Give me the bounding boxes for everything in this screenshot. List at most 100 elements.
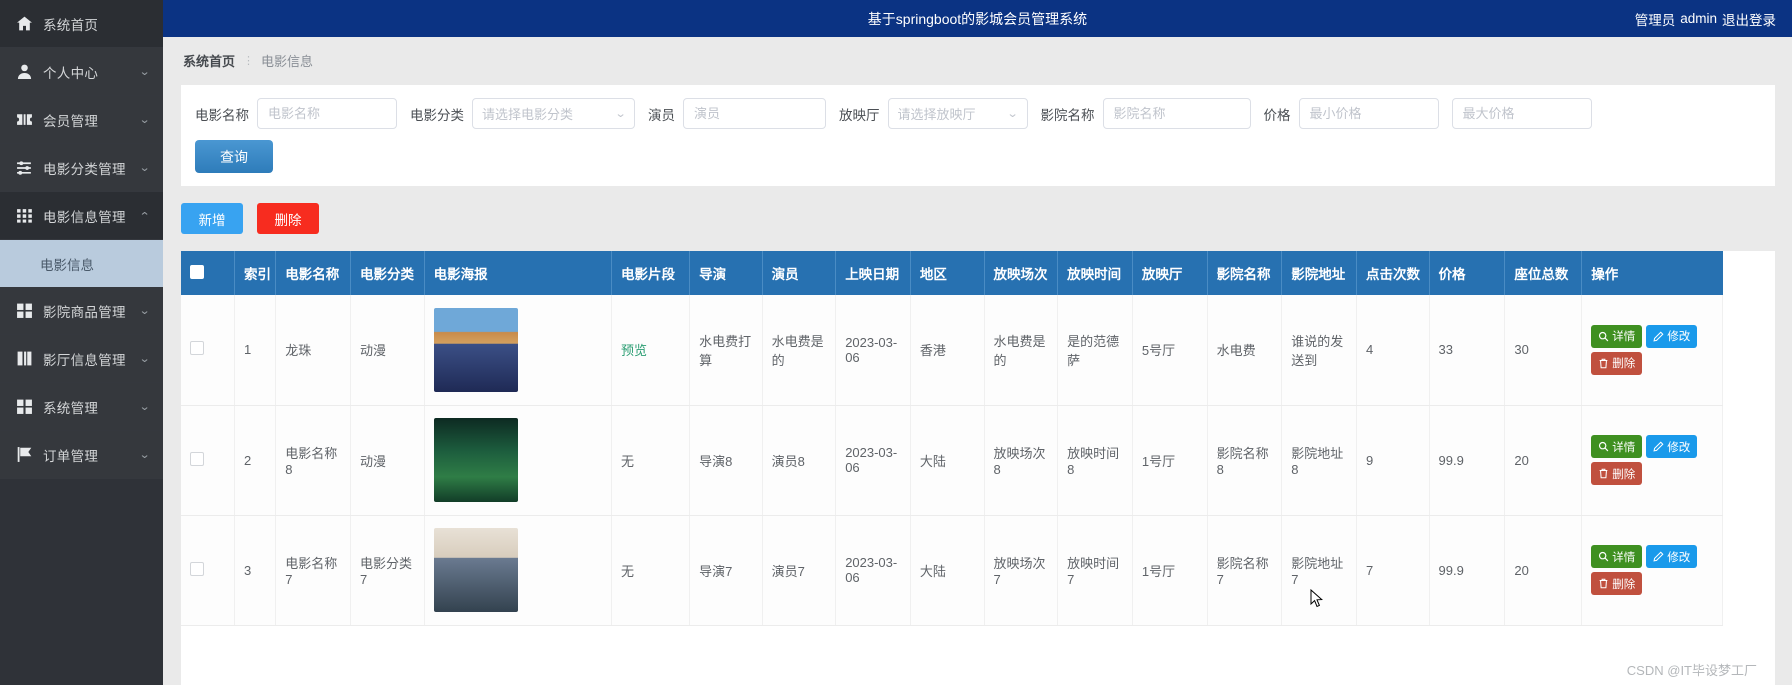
sidebar-item-label: 影厅信息管理 <box>43 352 126 368</box>
search-input-4[interactable] <box>1102 98 1251 129</box>
row-edit-button[interactable]: 修改 <box>1646 435 1698 458</box>
cell-session: 放映场次8 <box>984 405 1059 516</box>
sidebar-item-6[interactable]: 影厅信息管理 ⌄ <box>0 335 163 383</box>
table-row[interactable]: 2 电影名称8 动漫 无 导演8 演员8 2023-03-06 大陆 放映场次8 放映时间8 1号厅… <box>181 405 1723 516</box>
column-header-label: 放映厅 <box>1141 267 1183 282</box>
row-checkbox[interactable] <box>190 561 204 576</box>
search-select-1[interactable]: 请选择电影分类 ⌄ <box>472 98 635 129</box>
row-detail-label: 详情 <box>1612 551 1636 564</box>
row-action-buttons: 详情 修改 删除 <box>1591 545 1703 595</box>
row-actions-cell: 详情 修改 删除 <box>1581 295 1723 406</box>
cell-value: 2023-03-06 <box>845 334 898 365</box>
cell-cinema_name: 影院名称8 <box>1207 405 1283 516</box>
cell-session: 放映场次7 <box>984 515 1059 626</box>
preview-link[interactable]: 预览 <box>621 343 647 358</box>
add-button[interactable]: 新增 <box>181 203 243 234</box>
sidebar-item-5[interactable]: 影院商品管理 ⌄ <box>0 287 163 335</box>
row-select-cell[interactable] <box>181 405 236 516</box>
trash-icon <box>1598 578 1609 589</box>
cell-session: 水电费是的 <box>984 295 1059 406</box>
cell-actor: 演员7 <box>762 515 837 626</box>
row-detail-button[interactable]: 详情 <box>1591 545 1643 568</box>
column-header-3: 电影分类 <box>350 251 425 295</box>
row-actions-cell: 详情 修改 删除 <box>1581 405 1723 516</box>
sidebar-item-1[interactable]: 个人中心 ⌄ <box>0 48 163 96</box>
cell-seats: 20 <box>1504 515 1583 626</box>
batch-delete-button[interactable]: 删除 <box>257 203 319 234</box>
grid-icon <box>16 207 33 224</box>
sliders-icon <box>16 159 33 176</box>
pencil-icon <box>1653 331 1664 342</box>
column-header-5: 电影片段 <box>611 251 691 295</box>
chevron-up-icon: ⌄ <box>138 209 151 221</box>
cell-value: 大陆 <box>919 453 946 469</box>
breadcrumb-root[interactable]: 系统首页 <box>183 51 235 70</box>
watermark: CSDN @IT毕设梦工厂 <box>1627 660 1757 679</box>
cell-price: 99.9 <box>1429 405 1506 516</box>
cell-value: 放映时间8 <box>1067 446 1120 477</box>
search-icon <box>1598 331 1609 342</box>
sidebar-item-7[interactable]: 系统管理 ⌄ <box>0 383 163 431</box>
row-select-cell[interactable] <box>181 295 236 406</box>
search-input-2[interactable] <box>683 98 826 129</box>
search-input-5[interactable] <box>1298 98 1439 129</box>
clip-text: 无 <box>621 453 635 469</box>
movie-table-container[interactable]: 索引 电影名称 电影分类 电影海报 电影片段 导演 演员 上映日期 地区 放映场次 放映时间 放映厅影… <box>181 251 1775 685</box>
sidebar-item-label: 系统管理 <box>43 400 99 416</box>
sidebar-item-3[interactable]: 电影分类管理 ⌄ <box>0 144 163 192</box>
chevron-down-icon: ⌄ <box>1006 108 1019 120</box>
cell-region: 大陆 <box>910 515 985 626</box>
row-checkbox[interactable] <box>190 451 204 466</box>
row-select-cell[interactable] <box>181 515 236 626</box>
column-header-label: 操作 <box>1591 267 1619 282</box>
logout-link[interactable]: 退出登录 <box>1722 9 1776 29</box>
cell-value: 谁说的发送到 <box>1291 333 1344 368</box>
row-detail-button[interactable]: 详情 <box>1591 435 1643 458</box>
search-fields-row: 电影名称 电影分类 请选择电影分类 ⌄ 演员 放映厅 请选择放映厅 ⌄ 影院名称 价格 <box>195 98 1761 129</box>
cell-value: 放映场次7 <box>993 556 1046 587</box>
chevron-down-icon: ⌄ <box>138 305 151 317</box>
column-header-8: 上映日期 <box>835 251 911 295</box>
cell-value: 影院名称7 <box>1216 556 1269 587</box>
book-icon <box>16 350 33 367</box>
search-select-3[interactable]: 请选择放映厅 ⌄ <box>887 98 1028 129</box>
sidebar-item-label: 个人中心 <box>43 65 99 81</box>
row-checkbox[interactable] <box>190 341 204 356</box>
row-detail-button[interactable]: 详情 <box>1591 324 1643 348</box>
sidebar-item-8[interactable]: 订单管理 ⌄ <box>0 431 163 479</box>
table-row[interactable]: 1 龙珠 动漫 预览 水电费打算 水电费是的 2023-03-06 香港 水电费是的 是的范德萨 5… <box>181 295 1723 406</box>
cell-value: 水电费是的 <box>993 333 1046 368</box>
row-edit-button[interactable]: 修改 <box>1646 545 1698 568</box>
squares-icon <box>16 398 33 415</box>
search-input-0[interactable] <box>257 98 397 129</box>
sidebar-item-4[interactable]: 电影信息管理 ⌄ <box>0 192 163 240</box>
cell-value: 动漫 <box>360 343 387 359</box>
page-title: 基于springboot的影城会员管理系统 <box>867 10 1088 27</box>
column-header-label: 地区 <box>919 267 947 282</box>
cell-value: 20 <box>1514 452 1529 468</box>
search-input-6[interactable] <box>1451 98 1592 129</box>
watermark-text: CSDN @IT毕设梦工厂 <box>1626 663 1757 678</box>
sidebar-item-0[interactable]: 系统首页 <box>0 0 163 48</box>
row-delete-button[interactable]: 删除 <box>1591 572 1643 595</box>
row-edit-button[interactable]: 修改 <box>1646 324 1698 348</box>
row-detail-label: 详情 <box>1612 331 1636 344</box>
cell-cinema_name: 水电费 <box>1207 295 1283 406</box>
row-delete-button[interactable]: 删除 <box>1591 462 1643 485</box>
table-row[interactable]: 3 电影名称7 电影分类7 无 导演7 演员7 2023-03-06 大陆 放映场次7 放映时间7… <box>181 515 1723 626</box>
cell-value: 导演7 <box>699 563 733 579</box>
select-all-checkbox[interactable] <box>190 264 204 279</box>
cell-index: 2 <box>234 405 277 516</box>
search-field-group-1: 电影分类 请选择电影分类 ⌄ <box>410 98 635 129</box>
search-field-group-6 <box>1451 98 1592 129</box>
row-delete-button[interactable]: 删除 <box>1591 351 1643 375</box>
query-button[interactable]: 查询 <box>195 140 273 173</box>
column-header-9: 地区 <box>910 251 985 295</box>
sidebar-item-2[interactable]: 会员管理 ⌄ <box>0 96 163 144</box>
flag-icon <box>16 446 33 463</box>
sidebar-subitem-movie-info[interactable]: 电影信息 <box>0 240 163 287</box>
cell-value: 1号厅 <box>1141 563 1176 579</box>
column-header-label: 价格 <box>1438 267 1466 282</box>
select-all-header[interactable] <box>181 251 236 295</box>
sidebar-item-label: 会员管理 <box>43 113 99 129</box>
